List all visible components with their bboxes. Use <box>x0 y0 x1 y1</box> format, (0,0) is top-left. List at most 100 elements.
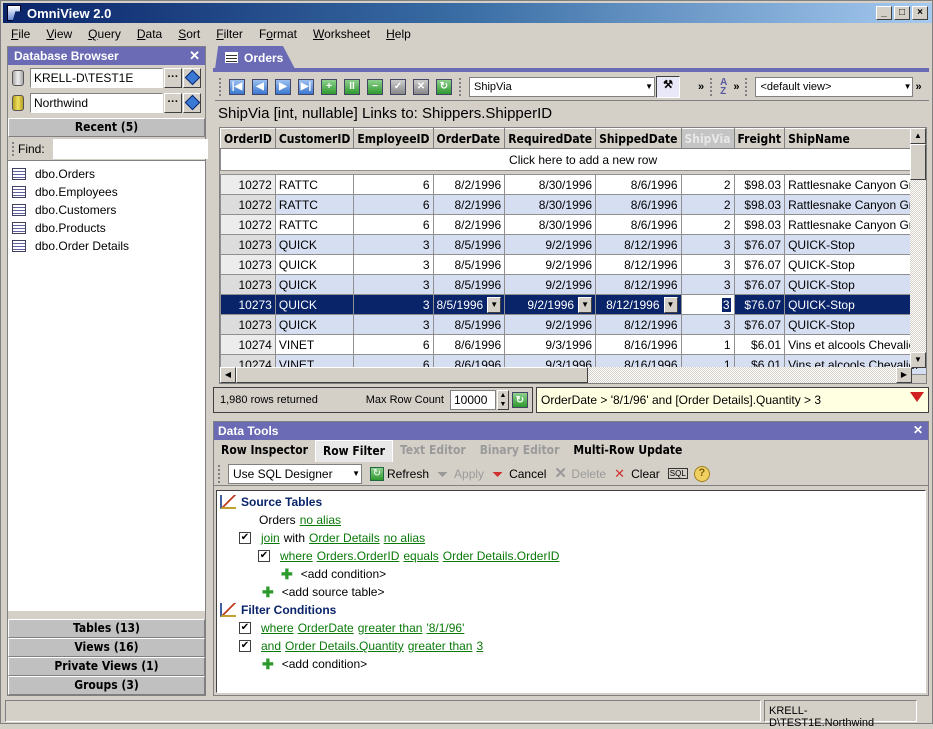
cell-requireddate[interactable]: 9/2/1996 <box>504 274 597 295</box>
cancel-button[interactable]: ⏷ Cancel <box>492 467 546 481</box>
where-link[interactable]: where <box>280 549 313 563</box>
column-header-customerid[interactable]: CustomerID <box>274 128 355 149</box>
cell-orderid[interactable]: 10273 <box>220 234 276 255</box>
scroll-left-button[interactable]: ◀ <box>220 367 236 383</box>
cell-shippeddate[interactable]: 8/6/1996 <box>595 214 682 235</box>
menu-view[interactable]: View <box>38 27 80 41</box>
find-input[interactable] <box>52 138 208 159</box>
operator-link[interactable]: greater than <box>408 639 473 653</box>
cell-freight[interactable]: $6.01 <box>733 334 786 355</box>
table-row[interactable]: 10273 QUICK 3 8/5/1996 ▼ 9/2/1996 ▼ 8/12/1996 ▼ 3… <box>220 294 926 315</box>
insert-record-button[interactable]: + <box>321 78 337 95</box>
menu-query[interactable]: Query <box>80 27 129 41</box>
cell-requireddate[interactable]: 9/2/1996 <box>504 314 597 335</box>
cell-customerid[interactable]: QUICK <box>274 254 355 275</box>
add-new-row-text[interactable]: Click here to add a new row <box>220 148 926 171</box>
scroll-right-button[interactable]: ▶ <box>896 367 912 383</box>
column-header-requireddate[interactable]: RequiredDate <box>504 128 597 149</box>
last-record-button[interactable]: ▶| <box>298 78 314 95</box>
cell-shippeddate[interactable]: 8/16/1996 <box>595 334 682 355</box>
cell-shippeddate[interactable]: 8/12/1996 <box>595 274 682 295</box>
column-properties-button[interactable]: ⚒ <box>656 75 680 98</box>
cell-freight[interactable]: $76.07 <box>733 274 786 295</box>
recent-item[interactable]: dbo.Products <box>8 219 205 237</box>
cell-shippeddate[interactable]: 8/12/1996 <box>595 314 682 335</box>
table-row[interactable]: 10274 VINET 6 8/6/1996 9/3/1996 8/16/1996 1 $6.… <box>220 334 926 355</box>
cell-customerid[interactable]: QUICK <box>274 234 355 255</box>
clear-button[interactable]: ✕ Clear <box>614 466 660 481</box>
field-link[interactable]: Order Details.Quantity <box>285 639 404 653</box>
scroll-up-button[interactable]: ▲ <box>910 128 926 144</box>
cell-freight[interactable]: $76.07 <box>733 314 786 335</box>
cell-orderid[interactable]: 10272 <box>220 194 276 215</box>
cell-shipvia[interactable]: 3 <box>680 294 735 315</box>
refresh-rows-button[interactable]: ↻ <box>512 392 528 408</box>
cell-shipname[interactable]: QUICK-Stop <box>784 314 926 335</box>
cell-shipname[interactable]: Rattlesnake Canyon Grocery <box>784 194 926 215</box>
filter-funnel-icon[interactable] <box>910 392 924 402</box>
cell-customerid[interactable]: RATTC <box>274 214 355 235</box>
scroll-down-button[interactable]: ▼ <box>910 352 926 368</box>
previous-record-button[interactable]: ◀ <box>252 78 268 95</box>
cell-freight[interactable]: $98.03 <box>733 194 786 215</box>
column-header-shippeddate[interactable]: ShippedDate <box>595 128 682 149</box>
cell-employeeid[interactable]: 3 <box>353 254 434 275</box>
scroll-thumb[interactable] <box>910 144 926 180</box>
cell-shipname[interactable]: QUICK-Stop <box>784 254 926 275</box>
cell-employeeid[interactable]: 3 <box>353 274 434 295</box>
next-record-button[interactable]: ▶ <box>275 78 291 95</box>
cancel-edit-button[interactable]: ✕ <box>413 78 429 95</box>
tab-orders[interactable]: Orders <box>215 46 295 69</box>
column-header-freight[interactable]: Freight <box>733 128 786 149</box>
cell-orderid[interactable]: 10272 <box>220 214 276 235</box>
table-row[interactable]: 10272 RATTC 6 8/2/1996 8/30/1996 8/6/1996 2 $98… <box>220 194 926 215</box>
more-tools-icon[interactable]: » <box>915 81 921 93</box>
cell-shipvia[interactable]: 3 <box>680 254 735 275</box>
cell-orderdate[interactable]: 8/2/1996 <box>432 194 506 215</box>
add-source-table-link[interactable]: <add source table> <box>282 585 385 599</box>
menu-file[interactable]: File <box>3 27 38 41</box>
menu-sort[interactable]: Sort <box>170 27 208 41</box>
add-new-row[interactable]: Click here to add a new row <box>220 148 926 171</box>
server-field[interactable] <box>30 67 163 88</box>
cell-freight[interactable]: $76.07 <box>733 254 786 275</box>
field-link[interactable]: OrderDate <box>298 621 354 635</box>
table-row[interactable]: 10272 RATTC 6 8/2/1996 8/30/1996 8/6/1996 2 $98… <box>220 174 926 195</box>
max-row-input[interactable]: 10000 <box>450 390 496 410</box>
browse-database-button[interactable]: ··· <box>164 92 182 113</box>
refresh-button[interactable]: ↻ <box>436 78 452 95</box>
recent-item[interactable]: dbo.Order Details <box>8 237 205 255</box>
cell-shipvia[interactable]: 1 <box>680 334 735 355</box>
recent-section-header[interactable]: Recent (5) <box>8 118 205 137</box>
close-panel-icon[interactable]: ✕ <box>189 48 200 64</box>
table-row[interactable]: 10273 QUICK 3 8/5/1996 9/2/1996 8/12/1996 3 $76… <box>220 234 926 255</box>
recent-item[interactable]: dbo.Orders <box>8 165 205 183</box>
mode-select[interactable]: Use SQL Designer ▼ <box>228 463 362 484</box>
cell-shippeddate[interactable]: 8/12/1996 <box>595 234 682 255</box>
cell-employeeid[interactable]: 6 <box>353 174 434 195</box>
tab-text-editor[interactable]: Text Editor <box>393 440 473 462</box>
cell-orderdate[interactable]: 8/6/1996 <box>432 334 506 355</box>
tab-multi-row-update[interactable]: Multi-Row Update <box>566 440 689 462</box>
menu-filter[interactable]: Filter <box>208 27 251 41</box>
close-button[interactable]: × <box>912 6 928 20</box>
cell-orderdate[interactable]: 8/5/1996 ▼ <box>432 294 506 315</box>
conjunction-link[interactable]: where <box>261 621 294 635</box>
cell-shipvia[interactable]: 2 <box>680 174 735 195</box>
cell-shipname[interactable]: QUICK-Stop <box>784 294 926 315</box>
cell-employeeid[interactable]: 6 <box>353 194 434 215</box>
operator-link[interactable]: greater than <box>358 621 423 635</box>
cell-employeeid[interactable]: 6 <box>353 334 434 355</box>
table-row[interactable]: 10273 QUICK 3 8/5/1996 9/2/1996 8/12/1996 3 $76… <box>220 314 926 335</box>
filter-summary[interactable]: OrderDate > '8/1/96' and [Order Details]… <box>536 387 929 413</box>
cell-shipname[interactable]: Rattlesnake Canyon Grocery <box>784 214 926 235</box>
cell-shipvia[interactable]: 3 <box>680 314 735 335</box>
maximize-button[interactable]: □ <box>894 6 910 20</box>
minimize-button[interactable]: _ <box>876 6 892 20</box>
cell-shipname[interactable]: Vins et alcools Chevalier <box>784 334 926 355</box>
browser-section-header[interactable]: Private Views (1) <box>8 657 205 676</box>
column-header-orderid[interactable]: OrderID <box>220 128 276 149</box>
cell-employeeid[interactable]: 3 <box>353 314 434 335</box>
apply-button[interactable]: ⏷ Apply <box>437 467 484 481</box>
database-info-button[interactable] <box>183 92 201 113</box>
